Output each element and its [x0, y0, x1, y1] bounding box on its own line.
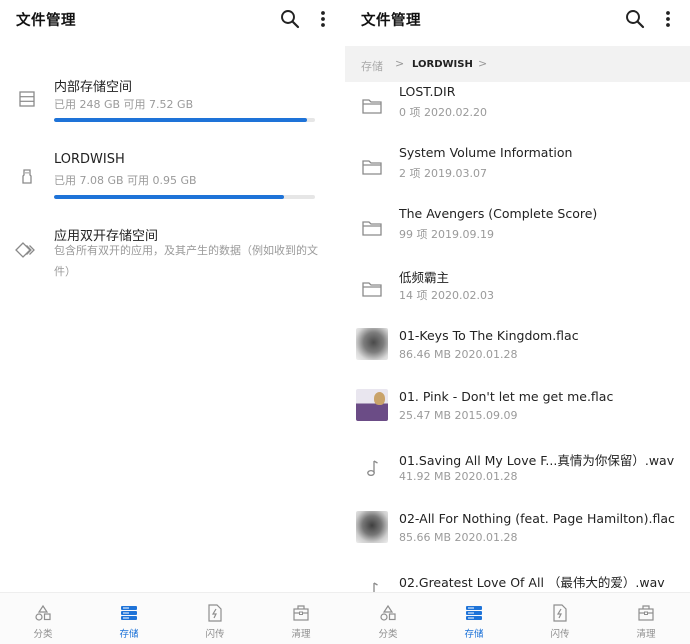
nav-item-category[interactable]: 分类 [345, 593, 431, 644]
usb-drive-icon [16, 165, 38, 187]
breadcrumb-current[interactable]: LORDWISH [412, 59, 473, 70]
album-art-image [356, 389, 388, 421]
lordwish-folder-pane: 文件管理 存储 > LORDWISH > LOST.DIR 0 项 2020.0… [345, 0, 690, 644]
storage-icon [119, 603, 139, 623]
nav-label: 清理 [291, 629, 311, 640]
top-app-bar: 文件管理 [0, 0, 345, 46]
file-list-item[interactable]: 01.Saving All My Love F...真情为你保留）.wav 41… [345, 450, 690, 511]
storage-name: LORDWISH [54, 152, 125, 167]
folder-icon [356, 273, 388, 305]
nav-item-flash-transfer[interactable]: 闪传 [517, 593, 603, 644]
file-meta: 85.66 MB 2020.01.28 [399, 531, 518, 544]
file-meta: 2 项 2019.03.07 [399, 167, 487, 180]
file-name: 低频霸主 [399, 270, 450, 285]
cleanup-icon [291, 603, 311, 623]
file-name: 01. Pink - Don't let me get me.flac [399, 389, 614, 404]
storage-item-dual-app[interactable]: 应用双开存储空间 包含所有双开的应用，及其产生的数据（例如收到的文件） [0, 225, 345, 285]
chevron-right-icon: > [478, 57, 488, 70]
search-icon[interactable] [277, 6, 303, 32]
file-meta: 86.46 MB 2020.01.28 [399, 348, 518, 361]
file-list-item[interactable]: LOST.DIR 0 项 2020.02.20 [345, 84, 690, 145]
file-name: 02-All For Nothing (feat. Page Hamilton)… [399, 511, 675, 526]
storage-name: 内部存储空间 [54, 80, 133, 95]
storage-item-internal[interactable]: 内部存储空间 已用 248 GB 可用 7.52 GB [0, 76, 345, 136]
folder-icon [356, 90, 388, 122]
cleanup-icon [636, 603, 656, 623]
file-list-item[interactable]: 01-Keys To The Kingdom.flac 86.46 MB 202… [345, 328, 690, 389]
album-art-image [356, 511, 388, 543]
app-title: 文件管理 [361, 13, 421, 29]
nav-label: 闪传 [205, 629, 225, 640]
storage-usage-text: 已用 248 GB 可用 7.52 GB [54, 98, 194, 111]
category-icon [378, 603, 398, 623]
nav-item-cleanup[interactable]: 清理 [603, 593, 689, 644]
file-meta: 99 项 2019.09.19 [399, 228, 494, 241]
breadcrumb-root[interactable]: 存储 [361, 58, 383, 74]
nav-label: 清理 [636, 629, 656, 640]
file-list-item[interactable]: 低频霸主 14 项 2020.02.03 [345, 267, 690, 328]
internal-storage-icon [16, 88, 38, 110]
app-title: 文件管理 [16, 13, 76, 29]
folder-icon [356, 151, 388, 183]
file-name: 01-Keys To The Kingdom.flac [399, 328, 579, 343]
file-list-item[interactable]: 02-All For Nothing (feat. Page Hamilton)… [345, 511, 690, 572]
file-meta: 14 项 2020.02.03 [399, 289, 494, 302]
nav-item-category[interactable]: 分类 [0, 593, 86, 644]
album-art-thumbnail [356, 328, 388, 360]
album-art-thumbnail [356, 389, 388, 421]
file-name: The Avengers (Complete Score) [399, 206, 598, 221]
nav-label: 闪传 [550, 629, 570, 640]
album-art-thumbnail [356, 511, 388, 543]
nav-label: 分类 [378, 629, 398, 640]
nav-label: 分类 [33, 629, 53, 640]
nav-label: 存储 [119, 629, 139, 640]
top-app-bar: 文件管理 [345, 0, 690, 46]
storage-usage-fill [54, 118, 308, 122]
file-meta: 25.47 MB 2015.09.09 [399, 409, 518, 422]
file-name: LOST.DIR [399, 84, 456, 99]
storage-item-lordwish[interactable]: LORDWISH 已用 7.08 GB 可用 0.95 GB [0, 152, 345, 212]
search-icon[interactable] [622, 6, 648, 32]
nav-item-storage[interactable]: 存储 [431, 593, 517, 644]
file-meta: 0 项 2020.02.20 [399, 106, 487, 119]
file-name: 02.Greatest Love Of All （最伟大的爱）.wav [399, 575, 665, 590]
file-list-item[interactable]: 01. Pink - Don't let me get me.flac 25.4… [345, 389, 690, 450]
nav-item-cleanup[interactable]: 清理 [258, 593, 344, 644]
storage-usage-bar [54, 118, 315, 122]
storage-usage-bar [54, 195, 315, 199]
storage-icon [464, 603, 484, 623]
nav-label: 存储 [464, 629, 484, 640]
storage-overview-pane: 文件管理 内部存储空间 已用 248 GB 可用 7.52 GB LORDWIS… [0, 0, 345, 644]
nav-item-storage[interactable]: 存储 [86, 593, 172, 644]
more-options-icon[interactable] [655, 6, 681, 32]
chevron-right-icon: > [395, 57, 405, 70]
music-note-icon [356, 452, 388, 484]
bottom-navigation: 分类 存储 闪传 清理 [345, 592, 690, 644]
category-icon [33, 603, 53, 623]
file-meta: 41.92 MB 2020.01.28 [399, 470, 518, 483]
dual-app-icon [15, 239, 37, 261]
breadcrumb: 存储 > LORDWISH > [345, 46, 690, 82]
bottom-navigation: 分类 存储 闪传 清理 [0, 592, 345, 644]
dual-app-description: 包含所有双开的应用，及其产生的数据（例如收到的文件） [54, 244, 318, 278]
album-art-image [356, 328, 388, 360]
flash-transfer-icon [550, 603, 570, 623]
file-name: 01.Saving All My Love F...真情为你保留）.wav [399, 453, 675, 468]
folder-icon [356, 212, 388, 244]
storage-usage-fill [54, 195, 284, 199]
storage-usage-text: 已用 7.08 GB 可用 0.95 GB [54, 174, 197, 187]
more-options-icon[interactable] [310, 6, 336, 32]
nav-item-flash-transfer[interactable]: 闪传 [172, 593, 258, 644]
file-list-item[interactable]: The Avengers (Complete Score) 99 项 2019.… [345, 206, 690, 267]
file-list-item[interactable]: System Volume Information 2 项 2019.03.07 [345, 145, 690, 206]
file-name: System Volume Information [399, 145, 573, 160]
flash-transfer-icon [205, 603, 225, 623]
